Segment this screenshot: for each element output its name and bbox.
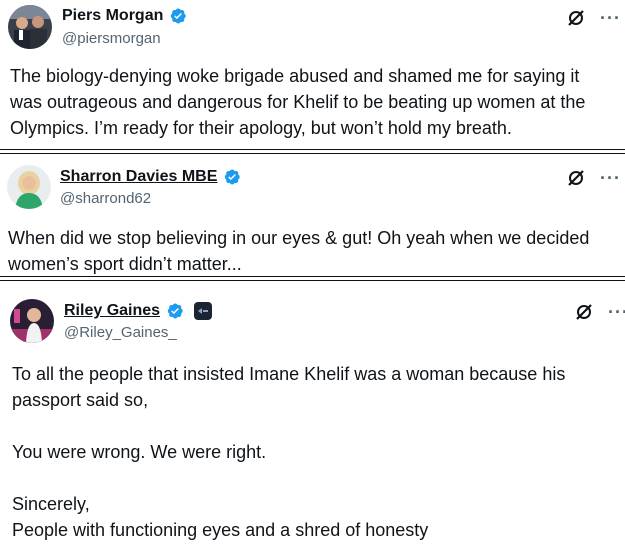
more-options-icon[interactable]: ···: [600, 169, 621, 187]
tweet-text: The biology-denying woke brigade abused …: [10, 66, 586, 138]
tweet-sharron-davies[interactable]: Sharron Davies MBE @sharrond62 ··· When …: [0, 154, 625, 276]
tweet-riley-gaines[interactable]: Riley Gaines @Riley_Gaines_ ··· To all t…: [0, 281, 625, 548]
grok-icon[interactable]: [566, 8, 586, 28]
avatar[interactable]: [8, 5, 52, 49]
handle[interactable]: @piersmorgan: [62, 30, 161, 47]
handle[interactable]: @Riley_Gaines_: [64, 324, 177, 341]
tweet-text: When did we stop believing in our eyes &…: [8, 228, 590, 274]
tweet-piers-morgan[interactable]: Piers Morgan @piersmorgan ··· The biolog…: [0, 0, 625, 150]
more-options-icon[interactable]: ···: [608, 303, 625, 321]
avatar[interactable]: [7, 165, 51, 209]
avatar[interactable]: [10, 299, 54, 343]
more-options-icon[interactable]: ···: [600, 9, 621, 27]
handle[interactable]: @sharrond62: [60, 190, 151, 207]
affiliate-badge-icon[interactable]: [194, 302, 213, 320]
verified-badge-icon: [167, 303, 183, 319]
tweet-text: To all the people that insisted Imane Kh…: [12, 364, 566, 540]
grok-icon[interactable]: [574, 302, 594, 322]
display-name[interactable]: Riley Gaines: [64, 302, 160, 320]
display-name[interactable]: Sharron Davies MBE: [60, 168, 217, 186]
grok-icon[interactable]: [566, 168, 586, 188]
verified-badge-icon: [225, 169, 241, 185]
display-name[interactable]: Piers Morgan: [62, 7, 163, 25]
verified-badge-icon: [171, 8, 187, 24]
